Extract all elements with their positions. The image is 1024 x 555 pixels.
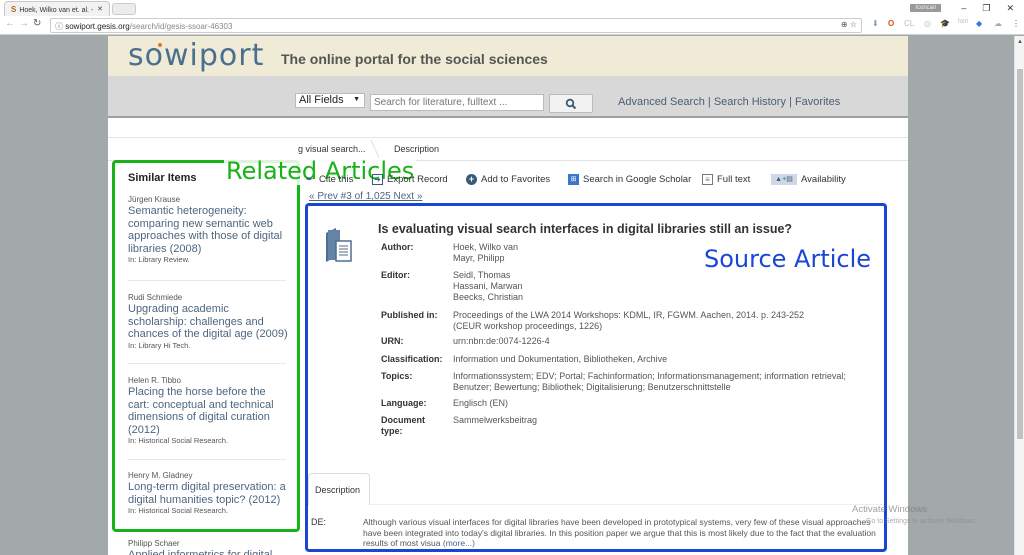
similar-item-title[interactable]: Semantic heterogeneity: comparing new se… (128, 205, 288, 255)
search-bar: All Fields ▼ Advanced Search | Search Hi… (108, 76, 908, 118)
divider (128, 280, 286, 281)
font-ext-icon[interactable]: font (958, 19, 968, 25)
similar-item-source: In: Historical Social Research. (128, 506, 229, 515)
similar-item: Helen R. Tibbo Placing the horse before … (128, 376, 288, 446)
more-link[interactable]: (more...) (443, 538, 475, 548)
field-select[interactable]: All Fields ▼ (295, 93, 365, 108)
similar-item-author: Jürgen Krause (128, 195, 181, 204)
search-history-link[interactable]: Search History (714, 96, 786, 108)
browser-tabbar: S Hoek, Wilko van et. al. - ✕ Iconcan – ❐… (0, 0, 1024, 16)
similar-item: Henry M. Gladney Long-term digital prese… (128, 471, 288, 516)
tab-description[interactable]: Description (308, 473, 370, 505)
similar-item-title[interactable]: Applied informetrics for digital (128, 549, 288, 555)
divider (108, 137, 908, 138)
similar-item-author: Henry M. Gladney (128, 471, 193, 480)
activate-windows-title: Activate Windows (852, 504, 927, 515)
forward-icon[interactable]: → (19, 18, 29, 29)
maximize-button[interactable]: ❐ (982, 3, 990, 14)
logo-dot (158, 43, 162, 47)
scholar-ext-icon[interactable]: 🎓 (940, 19, 950, 28)
reload-icon[interactable]: ↻ (33, 18, 41, 29)
breadcrumb-item-description: Description (394, 144, 440, 154)
site-header: sowiport The online portal for the socia… (108, 36, 908, 76)
back-icon[interactable]: ← (5, 18, 15, 29)
search-button[interactable] (549, 94, 593, 113)
site-tagline: The online portal for the social science… (281, 51, 548, 67)
activate-windows-subtitle: Go to Settings to activate Windows. (866, 518, 977, 525)
menu-icon[interactable]: ⋮ (1012, 19, 1020, 28)
similar-item-title[interactable]: Placing the horse before the cart: conce… (128, 386, 288, 436)
editor-link[interactable]: Hassani, Marwan (453, 281, 873, 292)
circle-ext-icon[interactable]: ◎ (924, 19, 931, 28)
close-tab-icon[interactable]: ✕ (97, 5, 103, 13)
close-window-button[interactable]: ✕ (1006, 3, 1014, 14)
address-bar: ← → ↻ ⓘ sowiport.gesis.org/search/id/ges… (0, 16, 1024, 35)
source-article-annotation: Source Article (704, 245, 872, 273)
source-article-panel: Is evaluating visual search interfaces i… (305, 203, 887, 552)
similar-item: Philipp Schaer Applied informetrics for … (128, 539, 288, 555)
description-language: DE: (311, 517, 327, 527)
cloud-ext-icon[interactable]: ☁ (994, 19, 1002, 28)
export-icon: ➔ (372, 174, 383, 185)
pen-icon: ✒ (305, 174, 314, 184)
cl-ext-icon[interactable]: CL (904, 19, 914, 28)
plus-circle-icon: + (466, 174, 477, 185)
favorites-link[interactable]: Favorites (795, 96, 840, 108)
similar-items-title: Similar Items (128, 172, 197, 184)
cite-this-button[interactable]: ✒ Cite this (304, 174, 354, 185)
add-to-favorites-button[interactable]: + Add to Favorites (466, 174, 550, 185)
divider (370, 504, 884, 505)
similar-item: Rudi Schmiede Upgrading academic scholar… (128, 293, 288, 351)
availability-button[interactable]: ▲+▤ Availability (771, 174, 846, 185)
document-icon: ≡ (702, 174, 713, 185)
export-record-button[interactable]: ➔ Export Record (372, 174, 448, 185)
similar-item: Jürgen Krause Semantic heterogeneity: co… (128, 195, 288, 265)
search-icon (565, 98, 577, 110)
download-ext-icon[interactable]: ⬇ (872, 19, 879, 28)
similar-item-author: Rudi Schmiede (128, 293, 183, 302)
book-document-icon (326, 228, 352, 262)
user-badge[interactable]: Iconcan (910, 4, 942, 12)
scroll-up-icon[interactable]: ▲ (1017, 39, 1023, 45)
info-icon[interactable]: ⓘ (55, 22, 65, 31)
article-title: Is evaluating visual search interfaces i… (378, 222, 793, 236)
favicon-icon: S (11, 5, 17, 14)
page-scrollbar[interactable]: ▲ (1014, 36, 1024, 555)
tab-title: Hoek, Wilko van et. al. - (19, 7, 94, 14)
sowiport-logo[interactable]: sowiport (128, 38, 264, 73)
similar-item-title[interactable]: Upgrading academic scholarship: challeng… (128, 303, 288, 341)
browser-tab[interactable]: S Hoek, Wilko van et. al. - ✕ (4, 1, 110, 16)
similar-item-source: In: Library Hi Tech. (128, 340, 191, 350)
availability-icon: ▲+▤ (771, 174, 797, 185)
similar-item-author: Helen R. Tibbo (128, 376, 181, 385)
scholar-icon: ⊞ (568, 174, 579, 185)
advanced-search-link[interactable]: Advanced Search (618, 96, 705, 108)
minimize-button[interactable]: – (961, 3, 966, 13)
dropbox-ext-icon[interactable]: ◆ (976, 19, 982, 28)
new-tab-button[interactable] (112, 3, 136, 15)
record-pager[interactable]: « Prev #3 of 1,025 Next » (309, 191, 422, 202)
description-text: Although various visual interfaces for d… (363, 517, 876, 548)
similar-item-source: In: Historical Social Research. (128, 436, 229, 445)
divider (128, 363, 286, 364)
chevron-down-icon: ▼ (353, 96, 360, 103)
scroll-thumb[interactable] (1017, 69, 1023, 439)
editor-link[interactable]: Beecks, Christian (453, 292, 873, 303)
office-ext-icon[interactable]: O (888, 19, 894, 28)
similar-items-panel: Similar Items Jürgen Krause Semantic het… (112, 160, 300, 532)
breadcrumb-item-record[interactable]: g visual search... (298, 144, 366, 154)
full-text-button[interactable]: ≡ Full text (702, 174, 750, 185)
window-controls: Iconcan – ❐ ✕ (910, 0, 1024, 16)
page: sowiport The online portal for the socia… (108, 36, 908, 555)
search-input[interactable] (370, 94, 544, 111)
similar-item-source: In: Library Review. (128, 255, 190, 264)
similar-item-author: Philipp Schaer (128, 539, 180, 548)
google-scholar-button[interactable]: ⊞ Search in Google Scholar (568, 174, 691, 185)
zoom-star-icons[interactable]: ⊕ ☆ (841, 20, 857, 29)
divider (128, 459, 286, 460)
top-links: Advanced Search | Search History | Favor… (618, 96, 841, 108)
similar-item-title[interactable]: Long-term digital preservation: a digita… (128, 481, 288, 506)
url-input[interactable]: ⓘ sowiport.gesis.org/search/id/gesis-sso… (50, 18, 862, 33)
background-overlay (908, 36, 1014, 555)
